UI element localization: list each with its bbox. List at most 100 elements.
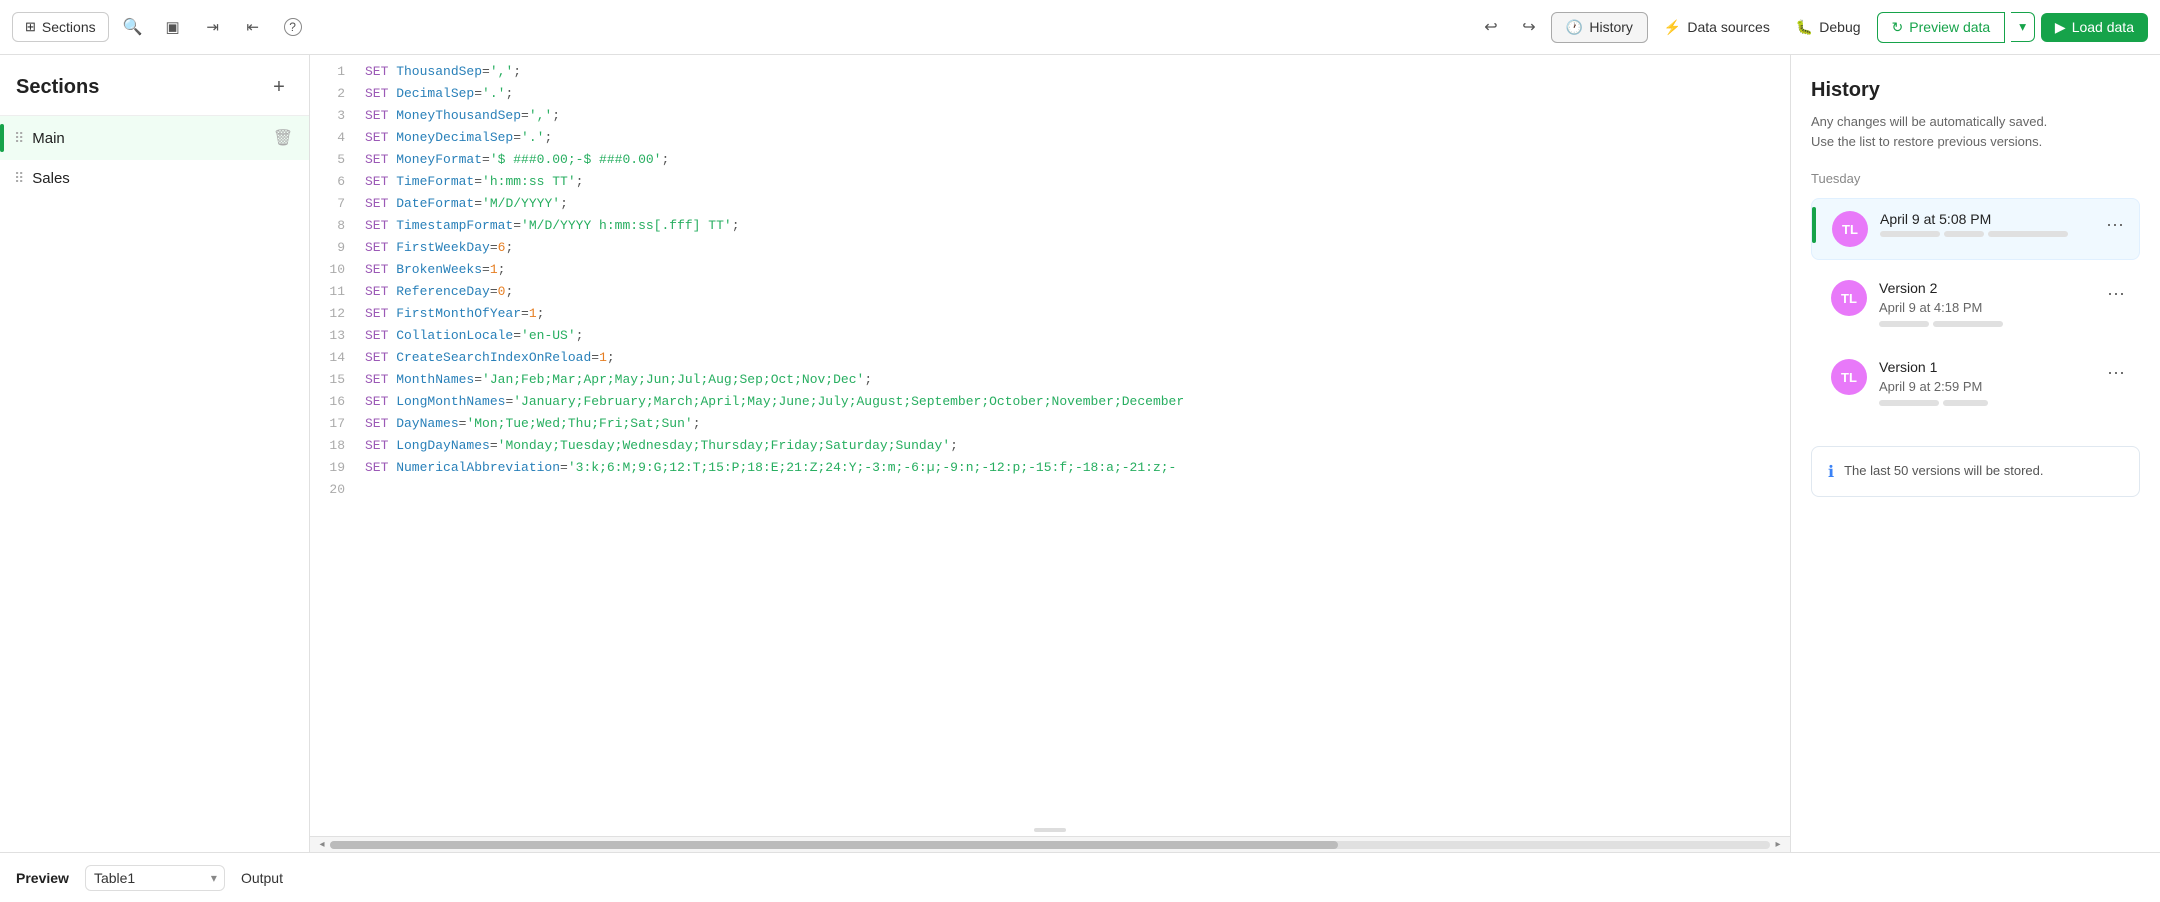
- help-icon: ?: [284, 18, 302, 36]
- history-bar: [1880, 231, 1940, 237]
- line-content: SET DecimalSep='.';: [365, 86, 513, 101]
- table-select[interactable]: Table1: [85, 865, 225, 891]
- data-sources-button[interactable]: ⚡ Data sources: [1654, 13, 1780, 42]
- scroll-right-arrow[interactable]: ▸: [1770, 837, 1786, 853]
- line-number: 2: [310, 86, 365, 101]
- code-line[interactable]: 7SET DateFormat='M/D/YYYY';: [310, 195, 1790, 217]
- load-data-icon: ▶: [2055, 19, 2066, 36]
- search-button[interactable]: 🔍: [117, 11, 149, 43]
- line-content: SET ThousandSep=',';: [365, 64, 521, 79]
- line-content: SET CreateSearchIndexOnReload=1;: [365, 350, 615, 365]
- code-line[interactable]: 4SET MoneyDecimalSep='.';: [310, 129, 1790, 151]
- history-info-box: ℹ The last 50 versions will be stored.: [1811, 446, 2140, 497]
- load-data-button[interactable]: ▶ Load data: [2041, 13, 2148, 42]
- sections-button-label: Sections: [42, 19, 96, 35]
- code-line[interactable]: 1SET ThousandSep=',';: [310, 63, 1790, 85]
- preview-data-dropdown[interactable]: ▾: [2011, 12, 2035, 42]
- line-content: SET DateFormat='M/D/YYYY';: [365, 196, 568, 211]
- history-item-date: April 9 at 2:59 PM: [1879, 379, 2090, 394]
- drag-handle-icon[interactable]: ⠿: [14, 130, 24, 147]
- line-content: SET FirstWeekDay=6;: [365, 240, 513, 255]
- code-line[interactable]: 17SET DayNames='Mon;Tue;Wed;Thu;Fri;Sat;…: [310, 415, 1790, 437]
- code-line[interactable]: 9SET FirstWeekDay=6;: [310, 239, 1790, 261]
- code-line[interactable]: 20: [310, 481, 1790, 503]
- code-line[interactable]: 8SET TimestampFormat='M/D/YYYY h:mm:ss[.…: [310, 217, 1790, 239]
- code-line[interactable]: 18SET LongDayNames='Monday;Tuesday;Wedne…: [310, 437, 1790, 459]
- outdent-icon: ⇤: [246, 18, 259, 36]
- history-item-info: April 9 at 5:08 PM: [1880, 211, 2089, 237]
- line-content: SET MoneyThousandSep=',';: [365, 108, 560, 123]
- history-item-v1[interactable]: TLVersion 1April 9 at 2:59 PM⋯: [1811, 347, 2140, 418]
- history-description: Any changes will be automatically saved.…: [1811, 112, 2140, 151]
- redo-button[interactable]: ↪: [1513, 11, 1545, 43]
- code-line[interactable]: 14SET CreateSearchIndexOnReload=1;: [310, 349, 1790, 371]
- history-versions: TLApril 9 at 5:08 PM⋯TLVersion 2April 9 …: [1811, 198, 2140, 426]
- sections-button[interactable]: ⊞ Sections: [12, 12, 109, 42]
- code-line[interactable]: 2SET DecimalSep='.';: [310, 85, 1790, 107]
- line-number: 8: [310, 218, 365, 233]
- toolbar-right: ↩ ↪ 🕐 History ⚡ Data sources 🐛 Debug ↻ P…: [1475, 11, 2148, 43]
- horizontal-scrollbar[interactable]: ◂ ▸: [310, 836, 1790, 852]
- history-item-more-button[interactable]: ⋯: [2102, 359, 2130, 387]
- code-line[interactable]: 3SET MoneyThousandSep=',';: [310, 107, 1790, 129]
- line-content: SET TimeFormat='h:mm:ss TT';: [365, 174, 583, 189]
- comment-icon: ▣: [166, 18, 180, 36]
- line-number: 9: [310, 240, 365, 255]
- output-tab-button[interactable]: Output: [241, 870, 283, 886]
- resize-handle[interactable]: [310, 824, 1790, 836]
- code-line[interactable]: 12SET FirstMonthOfYear=1;: [310, 305, 1790, 327]
- drag-handle-icon[interactable]: ⠿: [14, 170, 24, 187]
- output-tab-label: Output: [241, 870, 283, 886]
- help-button[interactable]: ?: [277, 11, 309, 43]
- line-number: 20: [310, 482, 365, 497]
- history-bar: [1988, 231, 2068, 237]
- scroll-left-arrow[interactable]: ◂: [314, 837, 330, 853]
- line-number: 12: [310, 306, 365, 321]
- line-number: 7: [310, 196, 365, 211]
- history-item-v2[interactable]: TL Version 2April 9 at 4:18 PM ⋯: [1811, 268, 2140, 339]
- debug-button[interactable]: 🐛 Debug: [1786, 13, 1871, 42]
- code-line[interactable]: 19SET NumericalAbbreviation='3:k;6:M;9:G…: [310, 459, 1790, 481]
- code-line[interactable]: 16SET LongMonthNames='January;February;M…: [310, 393, 1790, 415]
- line-number: 19: [310, 460, 365, 475]
- code-line[interactable]: 11SET ReferenceDay=0;: [310, 283, 1790, 305]
- sidebar-item-main[interactable]: ⠿Main🗑: [0, 116, 309, 160]
- preview-data-button[interactable]: ↻ Preview data: [1877, 12, 2006, 43]
- history-avatar: TL: [1831, 280, 1867, 316]
- code-line[interactable]: 5SET MoneyFormat='$ ###0.00;-$ ###0.00';: [310, 151, 1790, 173]
- line-number: 1: [310, 64, 365, 79]
- history-desc-line2: Use the list to restore previous version…: [1811, 134, 2042, 149]
- main-layout: Sections + ⠿Main🗑⠿Sales 1SET ThousandSep…: [0, 55, 2160, 852]
- add-section-button[interactable]: +: [265, 73, 293, 101]
- line-number: 15: [310, 372, 365, 387]
- preview-tab-button[interactable]: Preview: [16, 870, 69, 886]
- delete-section-main[interactable]: 🗑: [271, 126, 295, 150]
- line-number: 13: [310, 328, 365, 343]
- indent-button[interactable]: ⇥: [197, 11, 229, 43]
- line-content: SET LongDayNames='Monday;Tuesday;Wednesd…: [365, 438, 958, 453]
- history-item-info: Version 2April 9 at 4:18 PM: [1879, 280, 2090, 327]
- outdent-button[interactable]: ⇤: [237, 11, 269, 43]
- line-number: 16: [310, 394, 365, 409]
- history-item-bars: [1879, 321, 2090, 327]
- history-item-bars: [1879, 400, 2090, 406]
- history-item-more-button[interactable]: ⋯: [2102, 280, 2130, 308]
- history-item-more-button[interactable]: ⋯: [2101, 211, 2129, 239]
- history-button[interactable]: 🕐 History: [1551, 12, 1648, 43]
- scroll-track[interactable]: [330, 841, 1770, 849]
- line-content: SET MoneyFormat='$ ###0.00;-$ ###0.00';: [365, 152, 669, 167]
- code-editor[interactable]: 1SET ThousandSep=',';2SET DecimalSep='.'…: [310, 55, 1790, 824]
- line-content: SET MonthNames='Jan;Feb;Mar;Apr;May;Jun;…: [365, 372, 872, 387]
- line-content: SET NumericalAbbreviation='3:k;6:M;9:G;1…: [365, 460, 1176, 475]
- load-data-label: Load data: [2072, 19, 2134, 35]
- code-line[interactable]: 10SET BrokenWeeks=1;: [310, 261, 1790, 283]
- data-sources-label: Data sources: [1687, 19, 1769, 35]
- code-line[interactable]: 6SET TimeFormat='h:mm:ss TT';: [310, 173, 1790, 195]
- code-line[interactable]: 15SET MonthNames='Jan;Feb;Mar;Apr;May;Ju…: [310, 371, 1790, 393]
- line-content: SET ReferenceDay=0;: [365, 284, 513, 299]
- undo-button[interactable]: ↩: [1475, 11, 1507, 43]
- sidebar-item-sales[interactable]: ⠿Sales: [0, 160, 309, 197]
- code-line[interactable]: 13SET CollationLocale='en-US';: [310, 327, 1790, 349]
- history-item-current[interactable]: TLApril 9 at 5:08 PM⋯: [1811, 198, 2140, 260]
- comment-button[interactable]: ▣: [157, 11, 189, 43]
